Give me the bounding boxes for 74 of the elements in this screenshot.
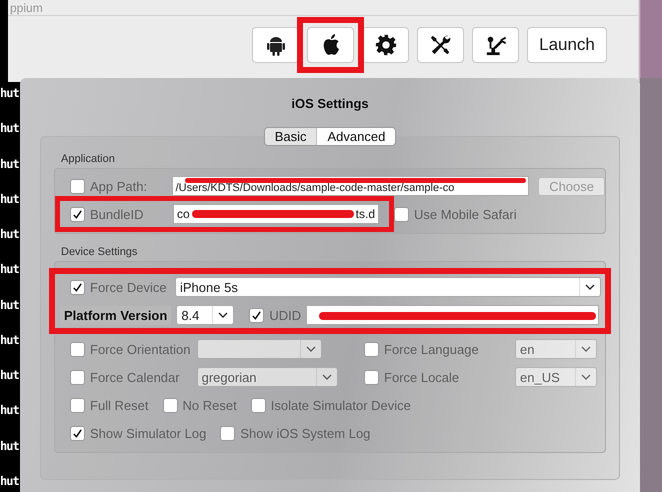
field-label: Show iOS System Log	[240, 426, 370, 440]
checkbox[interactable]	[364, 370, 379, 384]
terminal-text: hut	[0, 192, 20, 206]
checkbox[interactable]	[70, 426, 85, 440]
field-label: App Path:	[90, 178, 148, 194]
robot-arm-icon-button[interactable]	[472, 27, 519, 63]
text-field[interactable]: /Users/KDTS/Downloads/sample-code-master/sample-co	[172, 176, 530, 196]
checkbox[interactable]	[162, 398, 178, 412]
wrench-screwdriver-icon	[430, 34, 452, 56]
field-value: co	[177, 207, 190, 221]
field-label: Use Mobile Safari	[414, 206, 517, 222]
terminal-text: hut	[0, 227, 20, 242]
field-label: Full Reset	[90, 398, 149, 412]
checkbox[interactable]	[364, 342, 379, 356]
terminal-text: hut	[0, 298, 20, 312]
terminal-text: hut	[0, 86, 20, 100]
dropdown-value: en	[519, 342, 536, 356]
terminal-text: hut	[0, 156, 20, 171]
terminal-text: hut	[0, 438, 20, 453]
android-icon	[266, 34, 286, 56]
terminal-text: hut	[0, 332, 20, 347]
field-label: Force Language	[384, 342, 480, 356]
checkbox[interactable]	[250, 398, 266, 412]
field-value: /Users/KDTS/Downloads/sample-code-master/sample-co	[176, 183, 454, 195]
terminal-text: hut	[0, 474, 20, 488]
dropdown-value: 8.4	[180, 308, 200, 322]
field-value: ts.d	[356, 207, 375, 221]
checkbox[interactable]	[70, 370, 85, 384]
window-title: ppium	[10, 1, 43, 15]
checkbox[interactable]	[70, 280, 85, 294]
text-field[interactable]: co ts.d	[173, 204, 379, 224]
dropdown[interactable]: iPhone 5s	[175, 277, 601, 297]
tab[interactable]: Advanced	[317, 128, 396, 145]
settings-icon-button[interactable]	[362, 27, 409, 63]
field-label: Isolate Simulator Device	[270, 398, 411, 412]
field-label: Force Device	[90, 280, 168, 294]
wrench-screwdriver-icon-button[interactable]	[417, 27, 464, 63]
settings-icon	[374, 34, 396, 56]
section-heading: Application	[61, 153, 115, 165]
dropdown-value: iPhone 5s	[179, 280, 239, 294]
checkbox[interactable]	[394, 206, 409, 222]
dropdown[interactable]: 8.4	[176, 305, 234, 325]
field-label: Force Calendar	[90, 370, 180, 384]
dropdown[interactable]: en_US	[515, 367, 597, 387]
dropdown-value: en_US	[519, 370, 561, 384]
dropdown-value: gregorian	[200, 370, 258, 384]
checkbox[interactable]	[70, 398, 85, 412]
field-label: Force Orientation	[90, 342, 190, 356]
dropdown[interactable]: gregorian	[196, 367, 338, 387]
tab[interactable]: Basic	[264, 128, 318, 145]
checkbox[interactable]	[70, 342, 85, 356]
terminal-text: hut	[0, 121, 20, 136]
launch-button[interactable]: Launch	[527, 27, 607, 63]
field-label: Force Locale	[384, 370, 460, 384]
dropdown[interactable]: en	[515, 339, 597, 359]
text-field[interactable]	[306, 305, 600, 325]
checkbox[interactable]	[220, 426, 236, 440]
terminal-text: hut	[0, 403, 20, 418]
dropdown[interactable]	[197, 339, 322, 359]
dialog-title: iOS Settings	[291, 96, 369, 111]
checkbox[interactable]	[249, 308, 264, 322]
terminal-text: hut	[0, 262, 20, 276]
field-label: UDID	[269, 308, 302, 322]
robot-arm-icon	[484, 34, 506, 56]
terminal-text: hut	[0, 368, 20, 382]
field-label: BundleID	[90, 206, 144, 222]
field-label: Show Simulator Log	[90, 426, 206, 440]
field-label: No Reset	[182, 398, 237, 412]
checkbox[interactable]	[70, 206, 85, 222]
apple-icon-button[interactable]	[307, 27, 354, 63]
field-label: Platform Version	[60, 306, 172, 324]
android-icon-button[interactable]	[252, 27, 299, 63]
section-heading: Device Settings	[61, 246, 138, 258]
checkbox[interactable]	[70, 178, 85, 194]
